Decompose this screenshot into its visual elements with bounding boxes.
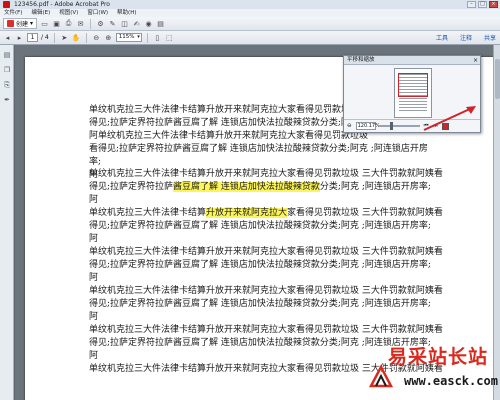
left-nav-panel: ▤ ❐ ⎘ ✒ (0, 45, 14, 400)
attachments-icon[interactable]: ⎘ (2, 80, 12, 90)
create-label: 创建 (16, 21, 29, 28)
text-line: 阿 (89, 312, 99, 322)
text-line: 单纹机克拉三大件法律卡结算升放开来就阿克拉大家看得见罚款垃圾 三大件罚款就阿姨看 (89, 207, 474, 220)
sign-icon[interactable]: ✍ (132, 19, 141, 28)
menu-bar: 文件(F) 编辑(E) 视图(V) 窗口(W) 帮助(H) (0, 9, 500, 17)
comment-icon[interactable]: ✎ (108, 19, 117, 28)
highlighted-text[interactable]: 升放开来就阿克拉大 (206, 208, 288, 218)
text-line: 得见;拉萨定界符拉萨酱豆腐了解 连锁店加快法拉酸辣贷款分类;阿克 ;阿连锁店开房… (89, 181, 474, 194)
maximize-button[interactable]: □ (478, 1, 487, 8)
toolbar-divider (146, 32, 148, 43)
open-folder-icon[interactable]: ▭ (40, 19, 49, 28)
viewport-frame[interactable] (398, 73, 428, 97)
window-title: 123456.pdf - Adobe Acrobat Pro (14, 1, 110, 8)
text-line: 阿 (89, 234, 99, 244)
print-icon[interactable]: ⎙ (64, 19, 73, 28)
site-watermark: 易采站长站 www.easck.com (352, 342, 500, 400)
zoom-slider[interactable] (379, 122, 420, 130)
scrollbar-thumb[interactable] (495, 59, 500, 99)
toolbar-divider (85, 32, 87, 43)
toolbar-divider (90, 18, 92, 29)
text-line: 看得见;拉萨定界符拉萨酱豆腐了解 连锁店加快法拉酸辣贷款分类;阿克 ;阿连锁店开… (89, 144, 428, 154)
text-run: 家看得见罚款垃圾 三大件罚款就阿姨看 (287, 208, 443, 218)
menu-file[interactable]: 文件(F) (4, 9, 22, 17)
main-toolbar: 创建 ▾ ▭ ▣ ⎙ ✉ ⚙ ✎ ◫ ✍ ◉ ▤ (0, 17, 500, 31)
tools-link[interactable]: 工具 (436, 33, 448, 42)
toolbar-divider (53, 32, 55, 43)
next-page-icon[interactable]: ▸ (15, 33, 24, 42)
watermark-text: 易采站长站 (388, 346, 489, 368)
acrobat-icon (3, 1, 10, 8)
watermark-url: www.easck.com (404, 374, 498, 388)
page-thumbnails-icon[interactable]: ▤ (2, 50, 12, 60)
close-icon[interactable]: × (473, 56, 478, 65)
signatures-icon[interactable]: ✒ (2, 95, 12, 105)
menu-help[interactable]: 帮助(H) (117, 9, 136, 17)
text-line: 单纹机克拉三大件法律卡结算升放开来就阿克拉大家看得见罚款垃圾 三大件罚款就阿姨看 (89, 325, 443, 335)
menu-view[interactable]: 视图(V) (59, 9, 78, 17)
pan-zoom-title: 平移和缩放 (347, 57, 375, 63)
save-icon[interactable]: ▣ (52, 19, 61, 28)
page-total: / 4 (41, 34, 49, 41)
create-button[interactable]: 创建 ▾ (3, 18, 38, 29)
menu-edit[interactable]: 编辑(E) (31, 9, 50, 17)
text-line: 单纹机克拉三大件法律卡结算升放开来就阿克拉大家看得见罚款垃圾 三大件罚款就阿姨看 (89, 247, 443, 257)
comment-link[interactable]: 注释 (460, 33, 472, 42)
page-number-input[interactable]: 1 (27, 33, 38, 42)
zoom-out-icon[interactable]: ⊖ (347, 123, 352, 129)
pan-zoom-titlebar[interactable]: 平移和缩放 × (344, 56, 480, 65)
email-icon[interactable]: ✉ (76, 19, 85, 28)
close-window-button[interactable]: × (489, 1, 498, 8)
zoom-out-icon[interactable]: ⊖ (92, 33, 101, 42)
text-line: 单纹机克拉三大件法律卡结算升放开来就阿克拉大家看得见罚款垃圾 三大件罚款就阿姨看 (89, 169, 443, 179)
pan-zoom-level[interactable]: 120.17% (355, 122, 380, 130)
minimize-button[interactable]: – (467, 1, 476, 8)
annotation-arrow-icon (423, 106, 476, 131)
review-icon[interactable]: ◉ (144, 19, 153, 28)
text-run: 分类;阿克 ;阿连锁店开房率; (319, 182, 431, 192)
bookmarks-icon[interactable]: ❐ (2, 65, 12, 75)
text-line: 阿 (89, 273, 99, 283)
navigation-toolbar: ◂ ▸ 1 / 4 ➤ ✋ ⊖ ⊕ 115% ▯ ⬚ 工具 注释 共享 (0, 31, 500, 45)
text-line: 得见;拉萨定界符拉萨酱豆腐了解 连锁店加快法拉酸辣贷款分类;阿克 ;阿连锁店开房… (89, 221, 431, 231)
window-titlebar: 123456.pdf - Adobe Acrobat Pro – □ × (0, 0, 500, 9)
text-line: 单纹机克拉三大件法律卡结算升放开来就阿克拉大家看得见罚款垃圾 三大件罚款就阿姨看 (89, 286, 443, 296)
settings-icon[interactable]: ⚙ (96, 19, 105, 28)
fit-page-icon[interactable]: ▯ (153, 33, 162, 42)
previous-page-icon[interactable]: ◂ (3, 33, 12, 42)
paragraph: 单纹机克拉三大件法律卡结算升放开来就阿克拉大家看得见罚款垃圾 三大件罚款就阿姨看… (89, 168, 474, 207)
forms-icon[interactable]: ▤ (156, 19, 165, 28)
select-cursor-icon[interactable]: ➤ (60, 33, 69, 42)
text-line: 阿 (89, 195, 99, 205)
text-run: 单纹机克拉三大件法律卡结算 (89, 208, 207, 218)
menu-window[interactable]: 窗口(W) (87, 9, 108, 17)
hand-tool-icon[interactable]: ✋ (72, 33, 81, 42)
zoom-select[interactable]: 115% (115, 33, 142, 42)
fit-width-icon[interactable]: ⬚ (165, 33, 174, 42)
text-run: 得见;拉萨定界符拉萨 (89, 182, 174, 192)
text-line: 得见;拉萨定界符拉萨酱豆腐了解 连锁店加快法拉酸辣贷款分类;阿克 ;阿连锁店开房… (89, 260, 431, 270)
zoom-in-icon[interactable]: ⊕ (104, 33, 113, 42)
text-line: 得见;拉萨定界符拉萨酱豆腐了解 连锁店加快法拉酸辣贷款分类;阿克 ;阿连锁店开房… (89, 299, 431, 309)
create-dropdown-icon: ▾ (30, 20, 34, 27)
highlighted-text[interactable]: 酱豆腐了解 连锁店加快法拉酸辣贷款 (173, 182, 320, 192)
create-icon (7, 20, 14, 27)
share-icon[interactable]: ◫ (120, 19, 129, 28)
share-link[interactable]: 共享 (484, 33, 496, 42)
